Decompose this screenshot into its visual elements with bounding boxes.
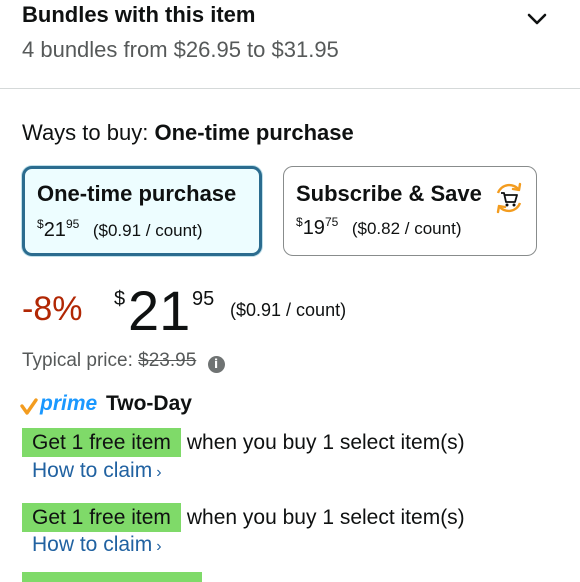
promo-text: when you buy 1 select item(s) bbox=[186, 431, 465, 454]
promo-badge: Get 1 free item bbox=[22, 428, 181, 457]
typical-price-value: $23.95 bbox=[138, 350, 197, 371]
option-unit-price: ($0.82 / count) bbox=[351, 219, 462, 238]
option-subscribe-and-save[interactable]: Subscribe & Save $1975 ($0.82 / count) bbox=[283, 166, 537, 256]
option-one-time-purchase[interactable]: One-time purchase $2195 ($0.91 / count) bbox=[22, 166, 262, 256]
promotion: Get 1 free item when you buy 1 select ite… bbox=[22, 428, 465, 457]
price-currency: $ bbox=[114, 288, 126, 310]
ways-to-buy-label: Ways to buy: bbox=[22, 120, 149, 145]
bundles-title: Bundles with this item bbox=[22, 2, 256, 27]
typical-price: Typical price: $23.95 i bbox=[22, 350, 225, 373]
bundles-subtitle: 4 bundles from $26.95 to $31.95 bbox=[22, 37, 339, 62]
option-unit-price: ($0.91 / count) bbox=[92, 221, 203, 240]
option-title: One-time purchase bbox=[37, 181, 237, 206]
price-fraction: 95 bbox=[192, 288, 215, 310]
option-price: $2195 ($0.91 / count) bbox=[37, 217, 203, 241]
ways-to-buy-selected: One-time purchase bbox=[154, 120, 354, 145]
bundles-section[interactable]: Bundles with this item 4 bundles from $2… bbox=[0, 0, 580, 89]
ways-to-buy: Ways to buy: One-time purchase bbox=[22, 120, 354, 146]
option-title: Subscribe & Save bbox=[296, 181, 482, 206]
discount-percent: -8% bbox=[22, 290, 83, 328]
prime-check-icon bbox=[20, 398, 38, 415]
chevron-right-icon: › bbox=[156, 464, 162, 481]
option-price: $1975 ($0.82 / count) bbox=[296, 215, 462, 239]
price-whole: 21 bbox=[128, 279, 191, 342]
how-to-claim-link[interactable]: How to claim › bbox=[32, 533, 162, 557]
how-to-claim-link[interactable]: How to claim › bbox=[32, 459, 162, 483]
info-icon[interactable]: i bbox=[207, 356, 225, 373]
chevron-down-icon[interactable] bbox=[526, 8, 548, 30]
typical-price-label: Typical price: bbox=[22, 350, 133, 371]
chevron-right-icon: › bbox=[156, 538, 162, 555]
prime-logo: prime bbox=[40, 392, 98, 415]
promo-badge: Get 1 free item bbox=[22, 503, 181, 532]
promotion: Get 1 free item when you buy 1 select ite… bbox=[22, 503, 465, 532]
subscribe-cart-icon bbox=[496, 182, 522, 214]
promo-badge bbox=[22, 572, 202, 582]
price-unit: ($0.91 / count) bbox=[230, 300, 347, 320]
promo-text: when you buy 1 select item(s) bbox=[186, 506, 465, 529]
prime-delivery-speed: Two-Day bbox=[106, 392, 192, 415]
